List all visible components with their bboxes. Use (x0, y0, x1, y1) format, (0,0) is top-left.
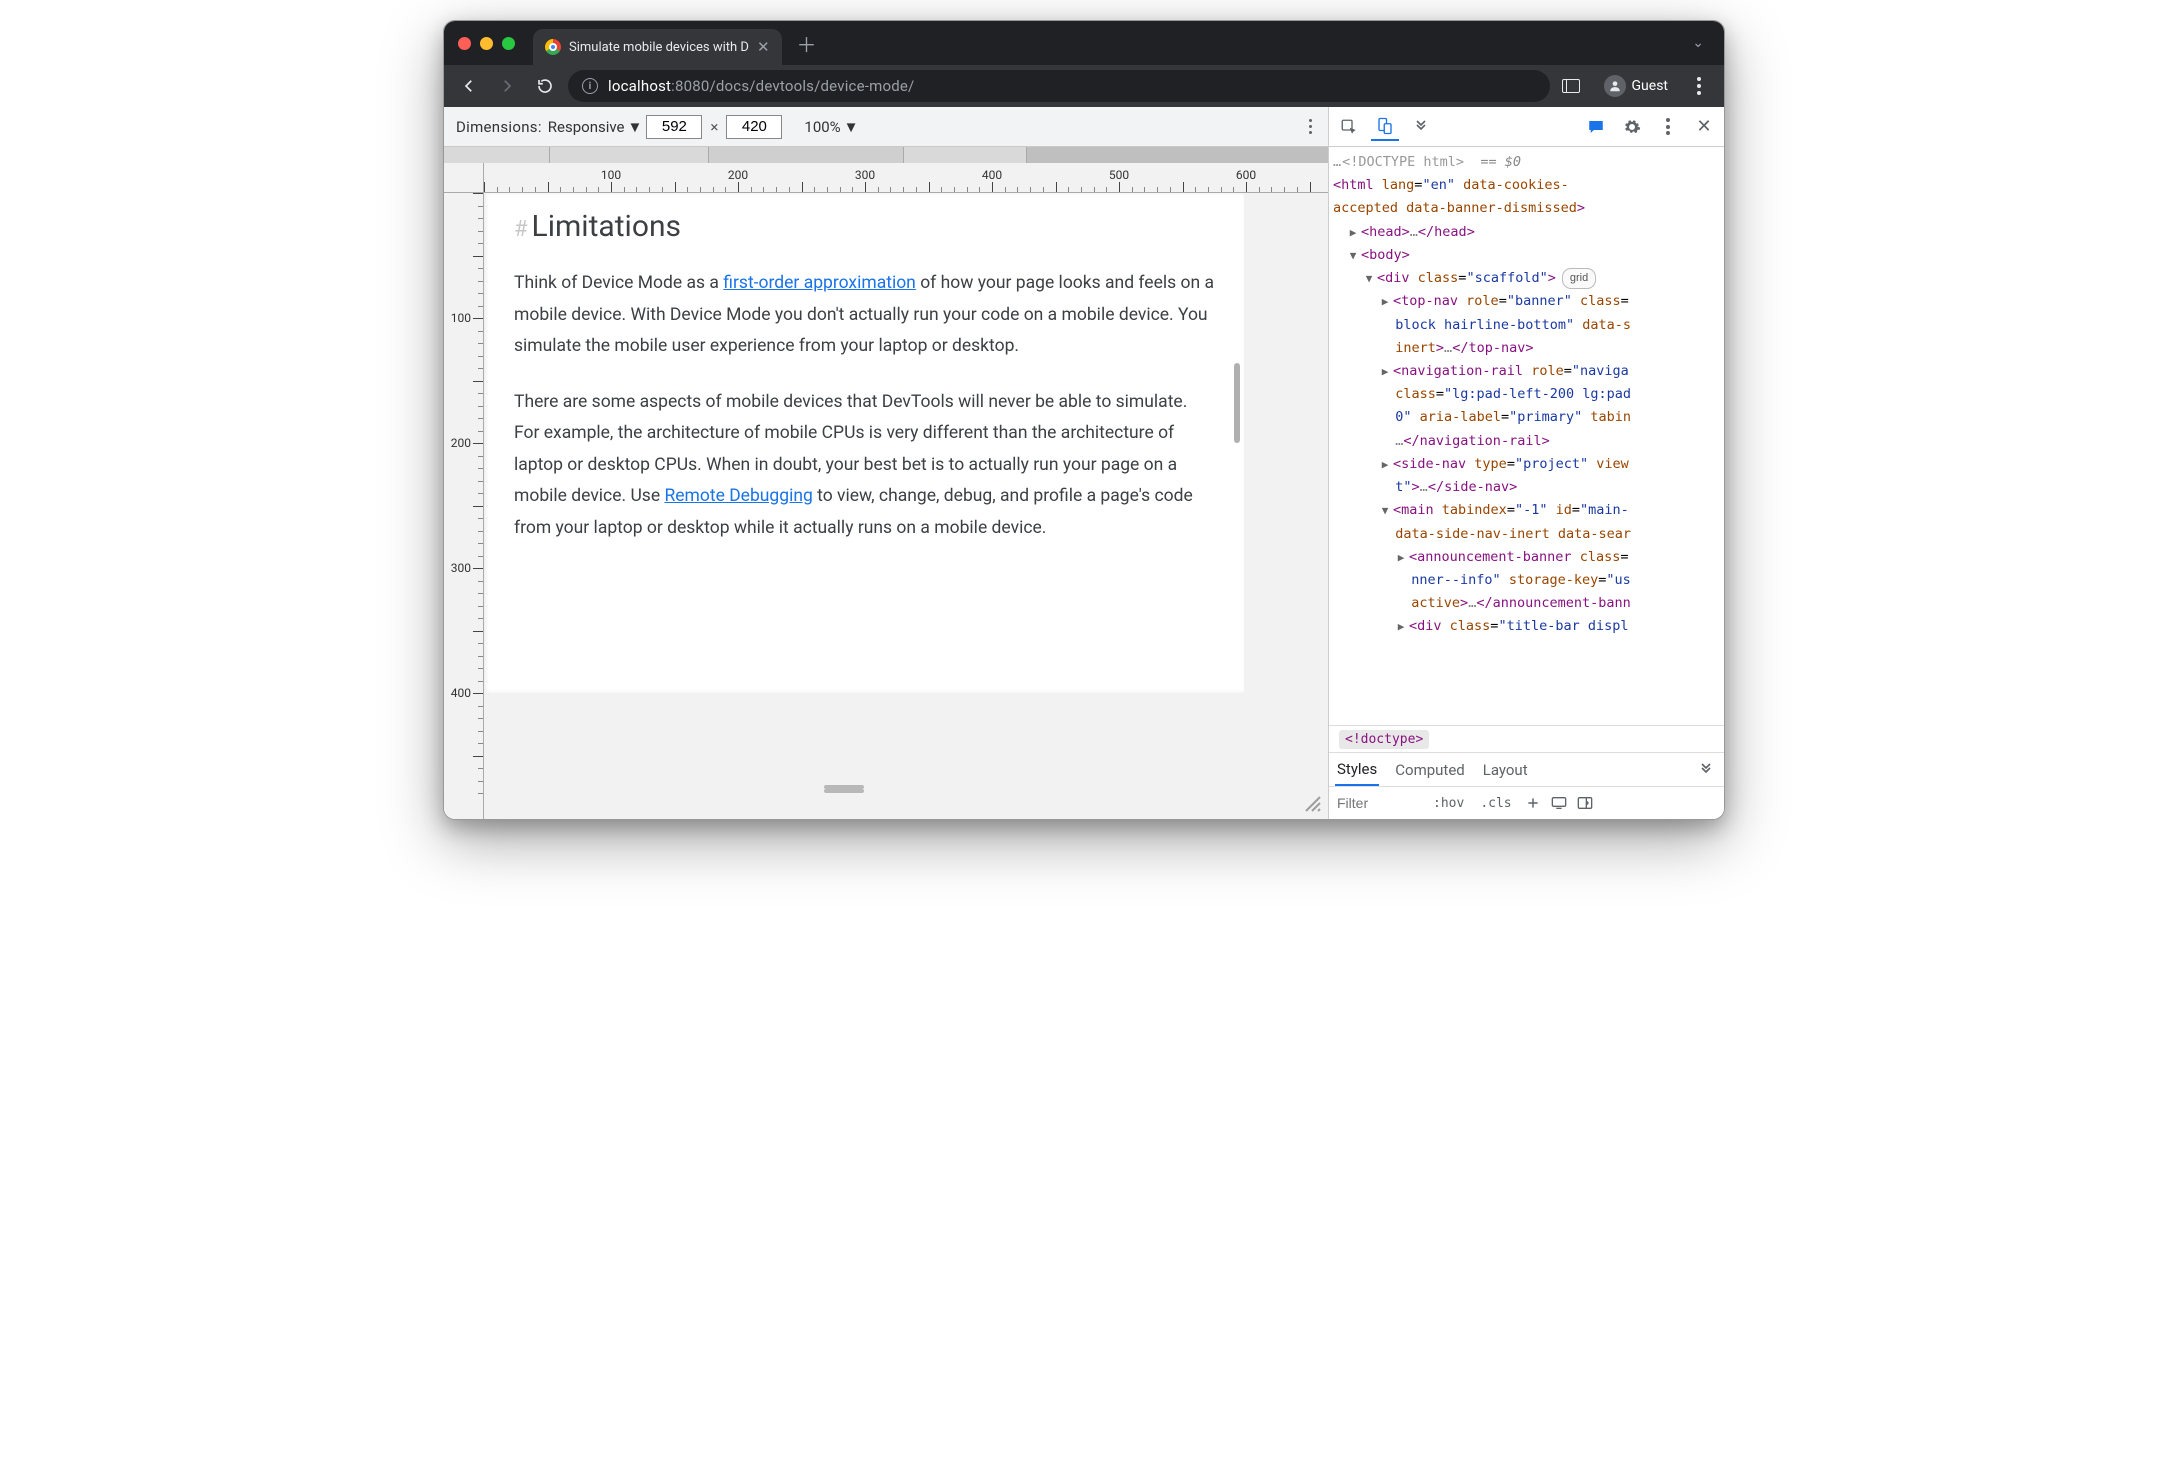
content-area: Dimensions: Responsive▼ × 100%▼ 10020030… (444, 107, 1724, 819)
nav-back-button[interactable] (454, 71, 484, 101)
styles-filter-input[interactable] (1333, 791, 1423, 815)
browser-window: Simulate mobile devices with D ✕ ＋ ⌄ i l… (443, 20, 1725, 820)
tab-styles[interactable]: Styles (1335, 754, 1379, 786)
tab-list-caret-icon[interactable]: ⌄ (1686, 29, 1710, 57)
dimensions-label: Dimensions: (456, 118, 542, 136)
reload-button[interactable] (530, 71, 560, 101)
maximize-window-button[interactable] (502, 37, 515, 50)
hash-icon: # (514, 217, 528, 242)
devtools-close-button[interactable]: ✕ (1690, 113, 1718, 141)
elements-tree[interactable]: …<!DOCTYPE html> == $0 <html lang="en" d… (1329, 147, 1724, 725)
devtools-panel: ✕ …<!DOCTYPE html> == $0 <html lang="en"… (1329, 107, 1724, 819)
viewport-width-input[interactable] (646, 115, 702, 139)
chevron-down-icon: ▼ (844, 118, 859, 136)
computed-styles-icon[interactable] (1548, 792, 1570, 814)
device-preset-select[interactable]: Responsive▼ (548, 118, 643, 136)
resize-handle-bottom[interactable] (824, 785, 864, 789)
first-order-approximation-link[interactable]: first-order approximation (723, 273, 916, 293)
horizontal-ruler: 100200300400500600 (484, 163, 1328, 193)
styles-filter-bar: :hov .cls (1329, 787, 1724, 819)
zoom-select[interactable]: 100%▼ (804, 118, 858, 136)
cls-toggle[interactable]: .cls (1474, 793, 1517, 814)
feedback-button[interactable] (1582, 113, 1610, 141)
page-paragraph-2: There are some aspects of mobile devices… (514, 387, 1214, 545)
new-tab-button[interactable]: ＋ (792, 28, 822, 58)
simulated-page[interactable]: #Limitations Think of Device Mode as a f… (484, 193, 1244, 693)
page-heading: #Limitations (514, 209, 1214, 244)
window-controls (458, 37, 515, 50)
browser-tab[interactable]: Simulate mobile devices with D ✕ (533, 29, 782, 65)
device-more-options-button[interactable] (1305, 115, 1316, 138)
viewport-height-input[interactable] (726, 115, 782, 139)
tab-strip: Simulate mobile devices with D ✕ ＋ ⌄ (444, 21, 1724, 65)
close-window-button[interactable] (458, 37, 471, 50)
page-paragraph-1: Think of Device Mode as a first-order ap… (514, 268, 1214, 363)
device-toggle-button[interactable] (1371, 113, 1399, 141)
minimize-window-button[interactable] (480, 37, 493, 50)
tab-computed[interactable]: Computed (1393, 755, 1467, 785)
chrome-menu-button[interactable] (1684, 71, 1714, 101)
styles-tabs: Styles Computed Layout (1329, 753, 1724, 787)
hov-toggle[interactable]: :hov (1427, 793, 1470, 814)
nav-forward-button[interactable] (492, 71, 522, 101)
remote-debugging-link[interactable]: Remote Debugging (664, 486, 812, 506)
browser-toolbar: i localhost:8080/docs/devtools/device-mo… (444, 65, 1724, 107)
ruler-corner (444, 163, 484, 193)
person-icon (1604, 75, 1626, 97)
tab-close-icon[interactable]: ✕ (757, 38, 770, 56)
devtools-toolbar: ✕ (1329, 107, 1724, 147)
settings-button[interactable] (1618, 113, 1646, 141)
viewport-area: #Limitations Think of Device Mode as a f… (484, 193, 1328, 819)
new-style-rule-button[interactable] (1522, 792, 1544, 814)
tab-title: Simulate mobile devices with D (569, 40, 749, 55)
devtools-menu-button[interactable] (1654, 113, 1682, 141)
times-icon: × (710, 118, 718, 136)
device-mode-panel: Dimensions: Responsive▼ × 100%▼ 10020030… (444, 107, 1329, 819)
grid-badge[interactable]: grid (1562, 268, 1596, 289)
styles-more-tabs[interactable] (1698, 762, 1714, 778)
profile-button[interactable]: Guest (1596, 71, 1676, 101)
dom-breadcrumb[interactable]: <!doctype> (1329, 725, 1724, 753)
toggle-sidebar-icon[interactable] (1574, 792, 1596, 814)
page-scrollbar[interactable] (1234, 363, 1240, 443)
side-panel-toggle[interactable] (1558, 71, 1588, 101)
resize-handle-corner[interactable] (1304, 795, 1322, 813)
vertical-ruler: 100200300400 (444, 193, 484, 819)
inspect-element-button[interactable] (1335, 113, 1363, 141)
address-bar[interactable]: i localhost:8080/docs/devtools/device-mo… (568, 70, 1550, 102)
chevron-down-icon: ▼ (628, 118, 643, 136)
tab-layout[interactable]: Layout (1481, 755, 1530, 785)
more-tabs-button[interactable] (1407, 113, 1435, 141)
url-text: localhost:8080/docs/devtools/device-mode… (608, 77, 914, 95)
site-favicon-icon (545, 39, 561, 55)
media-query-bar[interactable] (444, 147, 1328, 163)
profile-label: Guest (1632, 78, 1668, 94)
device-toolbar: Dimensions: Responsive▼ × 100%▼ (444, 107, 1328, 147)
site-info-icon[interactable]: i (582, 78, 598, 94)
